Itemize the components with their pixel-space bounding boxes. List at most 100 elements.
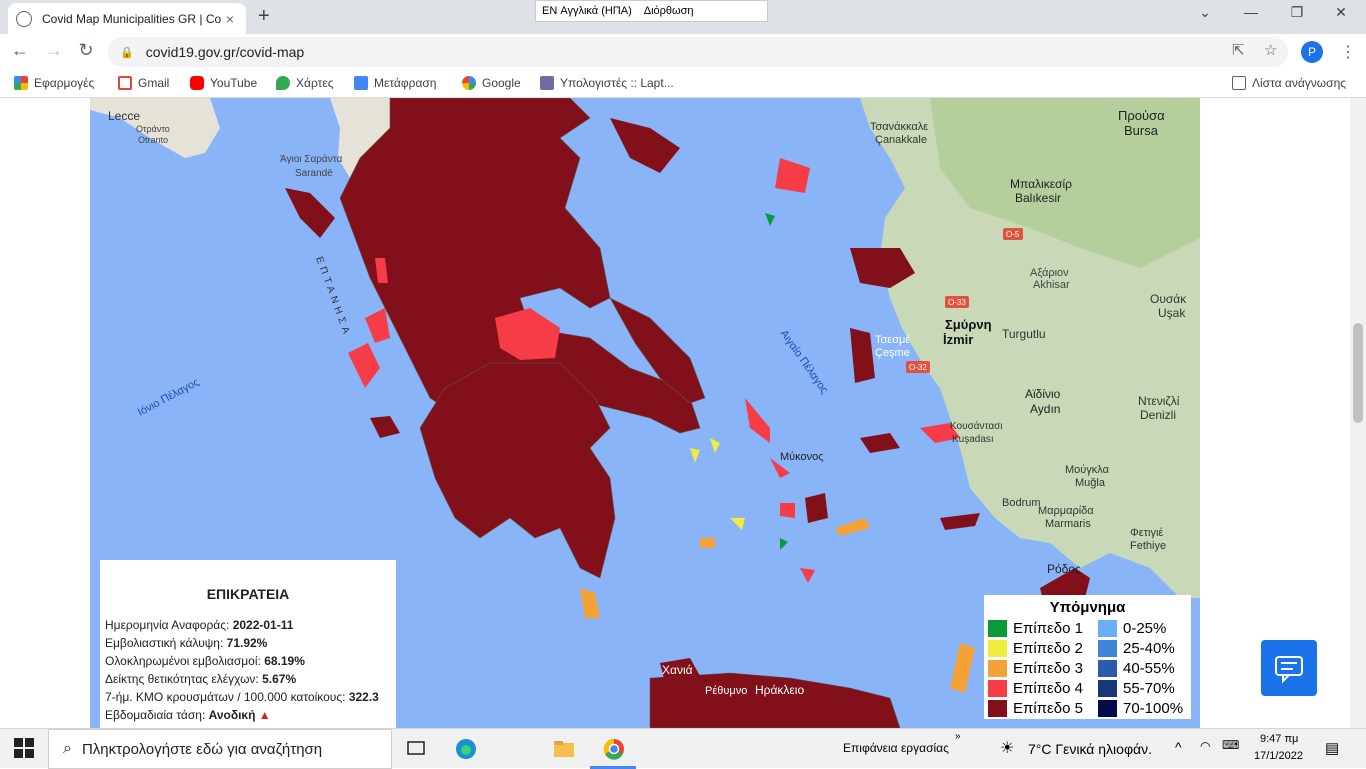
windows-taskbar: ⌕ Πληκτρολογήστε εδώ για αναζήτηση Επιφά… <box>0 728 1366 769</box>
site-favicon-icon <box>16 10 32 27</box>
computers-site-icon <box>540 76 554 90</box>
clock-time[interactable]: 9:47 πμ <box>1260 733 1298 745</box>
profile-avatar[interactable]: P <box>1301 41 1323 63</box>
place-label: Αξάριον <box>1030 267 1069 279</box>
page-scrollbar[interactable] <box>1350 98 1366 728</box>
windows-start-icon[interactable] <box>14 738 36 760</box>
place-label: Aydın <box>1030 402 1060 416</box>
task-view-icon[interactable] <box>405 738 427 760</box>
forward-icon[interactable]: → <box>42 40 66 61</box>
legend-range-5: 70-100% <box>1098 698 1183 718</box>
maps-pin-icon <box>276 76 290 90</box>
place-label: Marmaris <box>1045 518 1091 530</box>
legend-swatch <box>988 659 1007 677</box>
search-icon: ⌕ <box>63 740 72 757</box>
address-bar[interactable]: 🔒 covid19.gov.gr/covid-map <box>108 37 1288 67</box>
place-label: Ρέθυμνο <box>705 685 747 697</box>
legend-swatch <box>988 619 1007 637</box>
legend-level-4: Επίπεδο 4 <box>988 678 1098 698</box>
place-label: Τσεσμέ <box>875 334 910 346</box>
legend-level-1: Επίπεδο 1 <box>988 618 1098 638</box>
place-label: Τσανάκκαλε <box>870 121 928 133</box>
place-label: Muğla <box>1075 477 1106 489</box>
info-row: Εβδομαδιαία τάση: Ανοδική ▲ <box>105 708 271 722</box>
legend-range-2: 25-40% <box>1098 638 1183 658</box>
bookmark-youtube[interactable]: YouTube <box>190 76 257 90</box>
place-label: Otranto <box>138 135 168 145</box>
info-panel: ΕΠΙΚΡΑΤΕΙΑ Ημερομηνία Αναφοράς: 2022-01-… <box>100 560 396 728</box>
apps-grid-icon <box>14 76 28 90</box>
bookmark-star-icon[interactable]: ☆ <box>1264 41 1277 59</box>
place-label: Μούγκλα <box>1065 464 1110 476</box>
info-panel-title: ΕΠΙΚΡΑΤΕΙΑ <box>206 586 290 602</box>
browser-tab[interactable]: Covid Map Municipalities GR | Co × <box>8 3 246 34</box>
share-icon[interactable]: ⇱ <box>1232 41 1245 59</box>
minimize-button[interactable]: — <box>1228 4 1274 20</box>
place-label: Sarandë <box>295 168 333 179</box>
bookmark-apps[interactable]: Εφαρμογές <box>14 76 94 90</box>
svg-text:O-5: O-5 <box>1006 230 1020 239</box>
file-explorer-icon[interactable] <box>553 738 575 760</box>
map-legend: Υπόμνημα Επίπεδο 1 Επίπεδο 2 Επίπεδο 3 Ε… <box>984 595 1191 719</box>
bookmark-computers[interactable]: Υπολογιστές :: Lapt... <box>540 76 674 90</box>
info-row: Ημερομηνία Αναφοράς: 2022-01-11 <box>105 618 294 632</box>
legend-swatch <box>1098 699 1117 717</box>
place-label: Σμύρνη <box>945 317 992 332</box>
ime-toolbar[interactable]: EN Αγγλικά (ΗΠΑ) Διόρθωση <box>535 0 768 22</box>
legend-swatch <box>988 699 1007 717</box>
notification-icon[interactable]: ▤ <box>1325 739 1339 757</box>
legend-swatch <box>1098 679 1117 697</box>
menu-icon[interactable]: ⋮ <box>1340 42 1356 62</box>
scrollbar-thumb[interactable] <box>1353 323 1363 423</box>
reload-icon[interactable]: ↻ <box>74 40 98 61</box>
place-label: Κουσάντασι <box>950 420 1003 432</box>
place-label: Denizli <box>1140 408 1176 422</box>
clock-date[interactable]: 17/1/2022 <box>1254 750 1303 762</box>
legend-range-3: 40-55% <box>1098 658 1183 678</box>
legend-level-2: Επίπεδο 2 <box>988 638 1098 658</box>
url-text[interactable]: covid19.gov.gr/covid-map <box>146 44 304 60</box>
lock-icon[interactable]: 🔒 <box>120 46 134 59</box>
browser-toolbar: ← → ↻ 🔒 covid19.gov.gr/covid-map ⇱ ☆ P ⋮ <box>0 34 1366 70</box>
bookmark-google[interactable]: Google <box>462 76 521 90</box>
place-label: Çeşme <box>875 347 910 359</box>
chat-button[interactable] <box>1261 640 1317 696</box>
chevron-up-icon[interactable]: » <box>955 731 961 742</box>
taskbar-search[interactable]: ⌕ Πληκτρολογήστε εδώ για αναζήτηση <box>48 729 392 769</box>
wifi-icon[interactable]: ◠ <box>1200 739 1210 753</box>
ime-correction[interactable]: Διόρθωση <box>644 5 694 17</box>
weather-icon[interactable]: ☀ <box>1000 738 1014 758</box>
page-viewport: Lecce Οτράντο Otranto Άγιοι Σαράντα Sara… <box>0 98 1366 728</box>
info-row: 7-ήμ. ΚΜΟ κρουσμάτων / 100.000 κατοίκους… <box>105 690 379 704</box>
tray-expand-icon[interactable]: ^ <box>1175 739 1182 755</box>
legend-swatch <box>988 679 1007 697</box>
edge-icon[interactable] <box>455 738 477 760</box>
legend-swatch <box>1098 659 1117 677</box>
place-label: Çanakkale <box>875 134 927 146</box>
desktop-toolbar[interactable]: Επιφάνεια εργασίας <box>843 741 949 755</box>
ime-language[interactable]: EN Αγγλικά (ΗΠΑ) <box>542 5 632 17</box>
bookmark-maps[interactable]: Χάρτες <box>276 76 333 90</box>
weather-text[interactable]: 7°C Γενικά ηλιοφάν. <box>1028 741 1152 757</box>
keyboard-icon[interactable]: ⌨ <box>1222 738 1239 752</box>
tab-close-icon[interactable]: × <box>222 11 238 27</box>
back-icon[interactable]: ← <box>8 40 32 61</box>
new-tab-button[interactable]: + <box>258 5 270 28</box>
restore-button[interactable]: ❐ <box>1274 4 1320 21</box>
reading-list[interactable]: Λίστα ανάγνωσης <box>1232 76 1346 90</box>
place-label: Μαρμαρίδα <box>1038 505 1094 517</box>
close-window-button[interactable]: ✕ <box>1318 4 1364 21</box>
tab-search-icon[interactable]: ⌄ <box>1182 4 1228 21</box>
place-label: Ντενιζλί <box>1138 394 1180 408</box>
place-label: Προύσα <box>1118 108 1165 123</box>
bookmark-translate[interactable]: Μετάφραση <box>354 76 436 90</box>
bookmark-gmail[interactable]: Gmail <box>118 76 169 90</box>
place-label: Ουσάκ <box>1150 292 1187 306</box>
search-placeholder: Πληκτρολογήστε εδώ για αναζήτηση <box>81 740 323 758</box>
place-label: Uşak <box>1158 306 1186 320</box>
info-row: Ολοκληρωμένοι εμβολιασμοί: 68.19% <box>105 654 305 668</box>
place-label: Akhisar <box>1033 279 1070 291</box>
place-label: İzmir <box>943 332 973 347</box>
chrome-icon[interactable] <box>603 738 625 760</box>
place-label: Lecce <box>108 109 140 123</box>
